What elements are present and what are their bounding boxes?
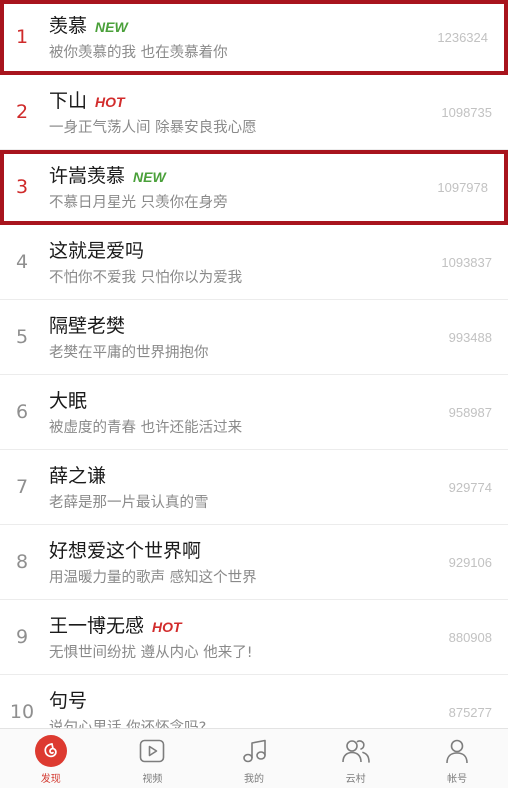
list-item[interactable]: 5 隔壁老樊 老樊在平庸的世界拥抱你 993488 — [0, 300, 508, 375]
item-subtitle: 老樊在平庸的世界拥抱你 — [49, 345, 209, 361]
item-title: 薛之谦 — [49, 465, 107, 487]
search-count: 875277 — [448, 705, 492, 720]
rank-number: 4 — [15, 251, 29, 273]
item-title: 句号 — [49, 690, 88, 712]
list-item[interactable]: 8 好想爱这个世界啊 用温暖力量的歌声 感知这个世界 929106 — [0, 525, 508, 600]
music-note-icon — [238, 735, 270, 767]
item-subtitle: 被你羡慕的我 也在羡慕着你 — [49, 45, 228, 61]
discover-icon — [34, 735, 67, 767]
search-count: 929774 — [448, 480, 492, 495]
list-item[interactable]: 9 王一博无感 HOT 无惧世间纷扰 遵从内心 他来了! 880908 — [0, 600, 508, 675]
rank-number: 8 — [15, 551, 29, 573]
tab-label: 我的 — [243, 774, 264, 785]
rank-number: 7 — [15, 476, 29, 498]
item-subtitle: 一身正气荡人间 除暴安良我心愿 — [49, 120, 257, 136]
tab-label: 云村 — [345, 774, 366, 785]
rank-number: 6 — [15, 401, 29, 423]
hot-badge: HOT — [152, 619, 182, 635]
list-item[interactable]: 10 句号 说句心里话 你还怀念吗? 875277 — [0, 675, 508, 728]
item-subtitle: 说句心里话 你还怀念吗? — [49, 720, 207, 728]
item-subtitle: 用温暖力量的歌声 感知这个世界 — [49, 570, 257, 586]
tab-account[interactable]: 帐号 — [406, 729, 508, 788]
list-item[interactable]: 4 这就是爱吗 不怕你不爱我 只怕你以为爱我 1093837 — [0, 225, 508, 300]
list-item[interactable]: 7 薛之谦 老薛是那一片最认真的雪 929774 — [0, 450, 508, 525]
item-subtitle: 不慕日月星光 只羡你在身旁 — [49, 195, 228, 211]
item-title: 王一博无感 HOT — [49, 615, 182, 637]
rank-number: 9 — [15, 626, 29, 648]
tab-discover[interactable]: 发现 — [0, 729, 102, 788]
search-count: 929106 — [448, 555, 492, 570]
search-count: 880908 — [448, 630, 492, 645]
search-count: 1097978 — [437, 180, 488, 195]
tab-label: 视频 — [142, 774, 163, 785]
item-title: 下山 HOT — [49, 90, 125, 112]
search-count: 1098735 — [441, 105, 492, 120]
item-title: 隔壁老樊 — [49, 315, 126, 337]
list-item[interactable]: 1 羡慕 NEW 被你羡慕的我 也在羡慕着你 1236324 — [0, 0, 508, 75]
hot-badge: HOT — [95, 94, 125, 110]
community-icon — [340, 735, 372, 767]
search-count: 1093837 — [441, 255, 492, 270]
item-title: 大眠 — [49, 390, 88, 412]
video-icon — [136, 735, 168, 767]
rank-number: 5 — [15, 326, 29, 348]
hot-search-list: 1 羡慕 NEW 被你羡慕的我 也在羡慕着你 1236324 2 下山 HOT 一身… — [0, 0, 508, 728]
new-badge: NEW — [133, 169, 166, 185]
item-title: 许嵩羡慕 NEW — [49, 165, 166, 187]
tab-community[interactable]: 云村 — [305, 729, 407, 788]
item-title: 羡慕 NEW — [49, 15, 128, 37]
search-count: 993488 — [448, 330, 492, 345]
new-badge: NEW — [95, 19, 128, 35]
rank-number: 2 — [15, 101, 29, 123]
rank-number: 3 — [15, 176, 29, 198]
item-subtitle: 无惧世间纷扰 遵从内心 他来了! — [49, 645, 253, 661]
list-item[interactable]: 2 下山 HOT 一身正气荡人间 除暴安良我心愿 1098735 — [0, 75, 508, 150]
item-subtitle: 被虚度的青春 也许还能活过来 — [49, 420, 243, 436]
item-title: 好想爱这个世界啊 — [49, 540, 202, 562]
tab-label: 帐号 — [447, 774, 468, 785]
tab-mine[interactable]: 我的 — [203, 729, 305, 788]
bottom-tab-bar: 发现 视频 我的 云村 帐号 — [0, 728, 508, 788]
item-title: 这就是爱吗 — [49, 240, 145, 262]
search-count: 1236324 — [437, 30, 488, 45]
rank-number: 10 — [9, 701, 35, 723]
list-item[interactable]: 3 许嵩羡慕 NEW 不慕日月星光 只羡你在身旁 1097978 — [0, 150, 508, 225]
account-icon — [441, 735, 473, 767]
search-count: 958987 — [448, 405, 492, 420]
item-subtitle: 不怕你不爱我 只怕你以为爱我 — [49, 270, 243, 286]
tab-label: 发现 — [40, 774, 61, 785]
tab-video[interactable]: 视频 — [102, 729, 204, 788]
list-item[interactable]: 6 大眠 被虚度的青春 也许还能活过来 958987 — [0, 375, 508, 450]
rank-number: 1 — [15, 26, 29, 48]
item-subtitle: 老薛是那一片最认真的雪 — [49, 495, 209, 511]
